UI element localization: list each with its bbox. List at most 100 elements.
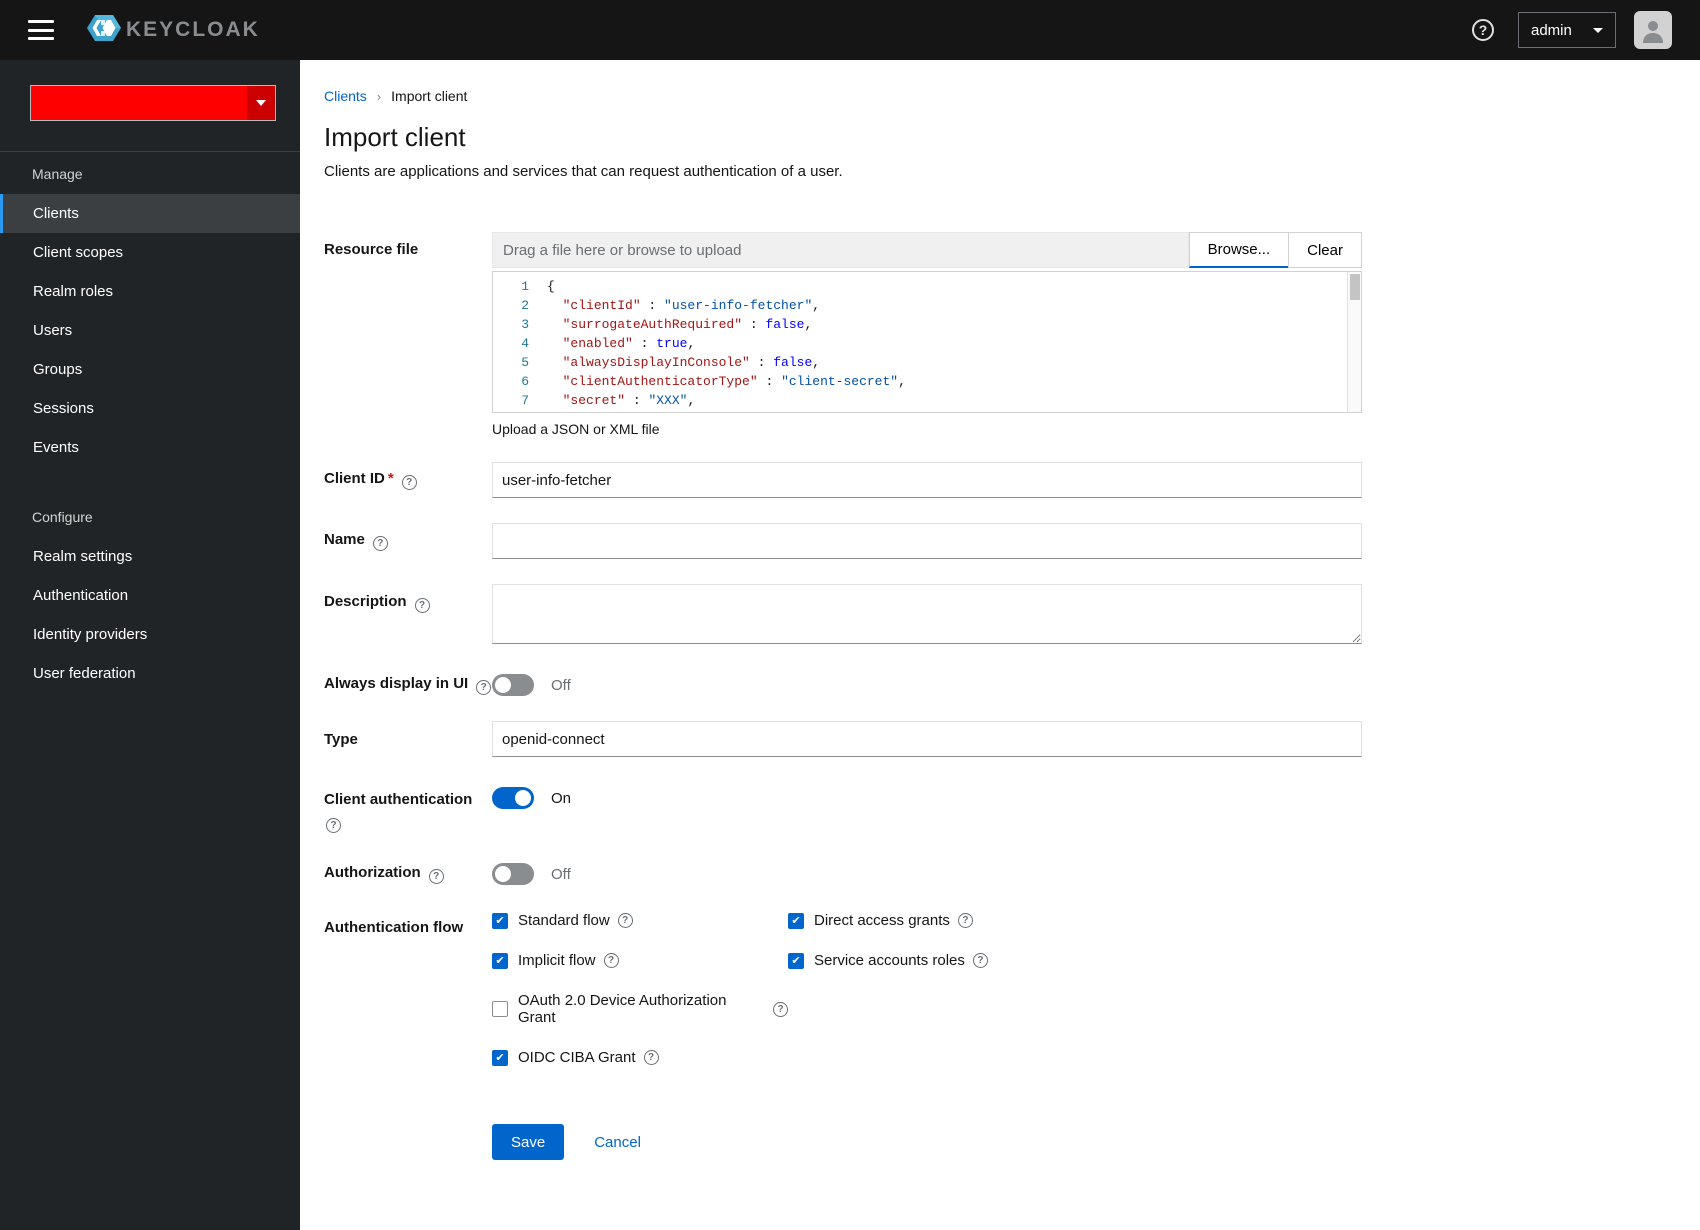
checkbox-checked[interactable]: ✔	[492, 1049, 508, 1066]
checkbox-checked[interactable]: ✔	[492, 912, 508, 929]
auth-flow-option-oidc-ciba-grant: ✔ OIDC CIBA Grant?	[492, 1049, 788, 1066]
description-row: Description?	[324, 584, 1362, 649]
name-row: Name?	[324, 523, 1362, 559]
code-line: "clientAuthenticatorType" : "client-secr…	[562, 374, 906, 389]
sidebar-item-identity-providers[interactable]: Identity providers	[0, 615, 300, 654]
auth-flow-option-implicit-flow: ✔ Implicit flow?	[492, 952, 788, 969]
form-footer: Save Cancel	[492, 1124, 1362, 1190]
page-subtitle: Clients are applications and services th…	[324, 163, 843, 180]
editor-scrollbar-thumb[interactable]	[1350, 274, 1360, 300]
editor-code[interactable]: { "clientId" : "user-info-fetcher", "sur…	[541, 272, 1347, 412]
file-upload-input[interactable]	[492, 232, 1189, 268]
keycloak-logo[interactable]: KEYCLOAK	[86, 10, 260, 51]
help-icon[interactable]: ?	[1472, 19, 1494, 41]
sidebar-item-realm-roles[interactable]: Realm roles	[0, 272, 300, 311]
required-asterisk: *	[387, 470, 394, 487]
client-authentication-label: Client authentication ?	[324, 791, 473, 833]
authentication-flow-row: Authentication flow ✔ Standard flow? ✔ Dire…	[324, 910, 1362, 1066]
breadcrumb-current: Import client	[391, 88, 468, 104]
type-row: Type	[324, 721, 1362, 757]
main-content: Clients › Import client Import client Cl…	[300, 60, 1700, 1230]
sidebar-item-client-scopes[interactable]: Client scopes	[0, 233, 300, 272]
sidebar-nav: Manage Clients Client scopes Realm roles Use…	[0, 151, 300, 693]
resource-file-row: Resource file Browse... Clear 1234567 { …	[324, 232, 1362, 437]
client-authentication-toggle[interactable]	[492, 787, 534, 809]
upload-helper-text: Upload a JSON or XML file	[492, 421, 660, 437]
always-display-label: Always display in UI?	[324, 675, 492, 695]
code-line: "surrogateAuthRequired" : false,	[562, 317, 813, 332]
keycloak-logo-icon	[86, 10, 122, 51]
avatar[interactable]	[1634, 11, 1672, 49]
nav-section-title-manage: Manage	[0, 151, 300, 194]
checkbox-help-icon[interactable]: ?	[603, 953, 619, 968]
breadcrumb: Clients › Import client	[324, 88, 1700, 104]
client-authentication-help-icon[interactable]: ?	[326, 818, 341, 833]
sidebar-item-authentication[interactable]: Authentication	[0, 576, 300, 615]
name-input[interactable]	[492, 523, 1362, 559]
realm-selector-caret	[247, 86, 275, 120]
checkbox-checked[interactable]: ✔	[788, 912, 804, 929]
name-label: Name?	[324, 531, 492, 551]
auth-flow-option-oauth-2-0-device-authorization-grant: OAuth 2.0 Device Authorization Grant?	[492, 992, 788, 1026]
nav-section-title-configure: Configure	[32, 509, 93, 525]
checkbox-checked[interactable]: ✔	[492, 952, 508, 969]
sidebar: Manage Clients Client scopes Realm roles Use…	[0, 60, 300, 1230]
page-title: Import client	[324, 122, 466, 152]
sidebar-item-events[interactable]: Events	[0, 428, 300, 467]
chevron-down-icon	[1593, 27, 1603, 33]
authorization-row: Authorization? Off	[324, 863, 1362, 885]
client-id-row: Client ID *?	[324, 462, 1362, 498]
editor-scrollbar[interactable]	[1347, 272, 1361, 412]
checkbox-help-icon[interactable]: ?	[643, 1050, 659, 1065]
checkbox-unchecked[interactable]	[492, 1001, 508, 1017]
client-authentication-state: On	[551, 789, 572, 807]
description-label: Description?	[324, 584, 492, 613]
sidebar-item-realm-settings[interactable]: Realm settings	[0, 537, 300, 576]
description-textarea[interactable]	[492, 584, 1362, 644]
sidebar-item-clients[interactable]: Clients	[0, 194, 300, 233]
checkbox-label: Standard flow	[518, 912, 610, 929]
checkbox-help-icon[interactable]: ?	[773, 1001, 788, 1017]
save-button[interactable]: Save	[492, 1124, 565, 1160]
sidebar-item-users[interactable]: Users	[0, 311, 300, 350]
browse-button[interactable]: Browse...	[1188, 232, 1290, 268]
sidebar-item-sessions[interactable]: Sessions	[0, 389, 300, 428]
client-id-label: Client ID *?	[324, 470, 492, 490]
menu-toggle-icon[interactable]	[28, 20, 54, 40]
authorization-label: Authorization?	[324, 864, 492, 884]
name-help-icon[interactable]: ?	[372, 536, 388, 551]
client-id-help-icon[interactable]: ?	[401, 475, 417, 490]
code-line: {	[547, 279, 555, 294]
checkbox-label: OAuth 2.0 Device Authorization Grant	[518, 992, 727, 1026]
checkbox-label: Direct access grants	[814, 912, 950, 929]
client-id-input[interactable]	[492, 462, 1362, 498]
sidebar-item-user-federation[interactable]: User federation	[0, 654, 300, 693]
type-input[interactable]	[492, 721, 1362, 757]
authorization-help-icon[interactable]: ?	[428, 869, 444, 884]
checkbox-checked[interactable]: ✔	[788, 952, 804, 969]
user-menu-dropdown[interactable]: admin	[1518, 12, 1616, 48]
import-client-form: Resource file Browse... Clear 1234567 { …	[324, 232, 1362, 1190]
user-menu-label: admin	[1531, 21, 1572, 39]
description-help-icon[interactable]: ?	[414, 598, 430, 613]
always-display-row: Always display in UI? Off	[324, 674, 1362, 696]
sidebar-item-groups[interactable]: Groups	[0, 350, 300, 389]
breadcrumb-clients-link[interactable]: Clients	[324, 88, 367, 104]
top-bar: KEYCLOAK ? admin	[0, 0, 1700, 60]
json-code-editor[interactable]: 1234567 { "clientId" : "user-info-fetche…	[492, 271, 1362, 413]
realm-name-swatch	[31, 86, 247, 120]
authorization-toggle[interactable]	[492, 863, 534, 885]
file-upload-group: Browse... Clear	[492, 232, 1362, 268]
checkbox-label: Implicit flow	[518, 952, 596, 969]
cancel-link[interactable]: Cancel	[594, 1134, 641, 1151]
code-line: "enabled" : true,	[562, 336, 696, 351]
checkbox-help-icon[interactable]: ?	[972, 953, 988, 968]
realm-selector[interactable]	[30, 85, 276, 121]
clear-button[interactable]: Clear	[1288, 232, 1362, 268]
always-display-help-icon[interactable]: ?	[476, 680, 492, 695]
auth-flow-option-direct-access-grants: ✔ Direct access grants?	[788, 912, 1362, 929]
checkbox-label: OIDC CIBA Grant	[518, 1049, 636, 1066]
always-display-toggle[interactable]	[492, 674, 534, 696]
checkbox-help-icon[interactable]: ?	[617, 913, 633, 928]
checkbox-help-icon[interactable]: ?	[957, 913, 973, 928]
